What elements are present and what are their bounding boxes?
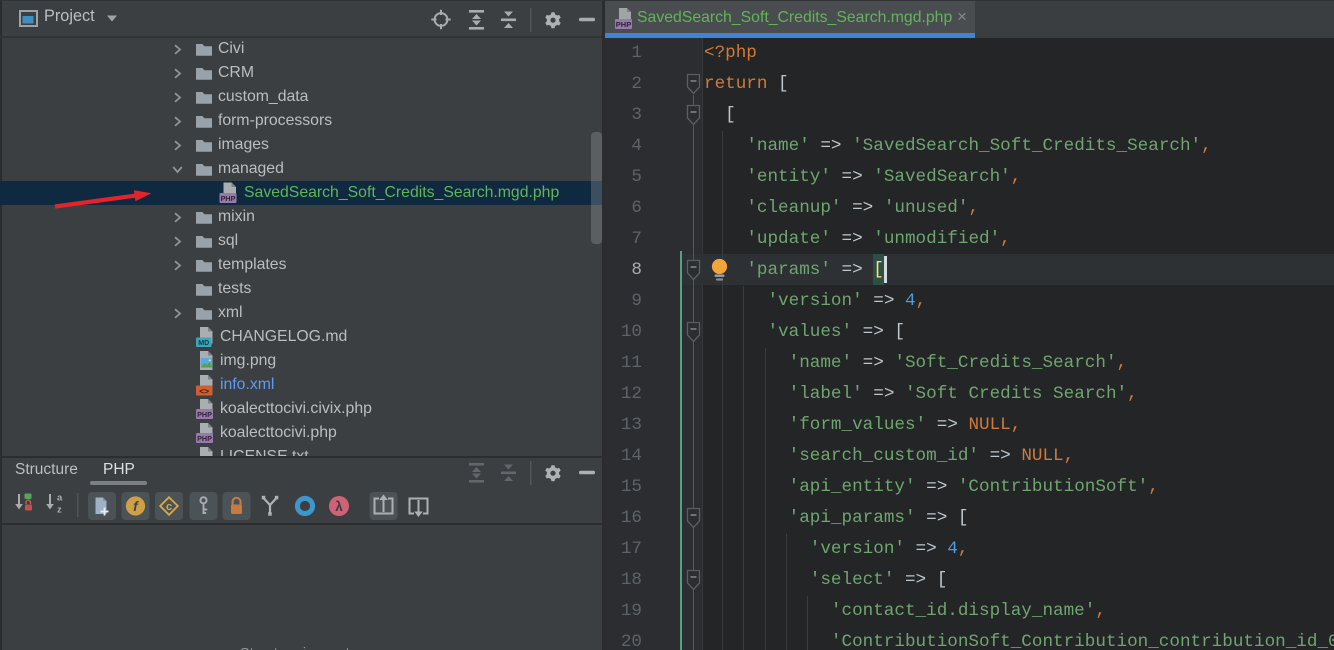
svg-text:PHP: PHP — [197, 410, 212, 419]
svg-text:c: c — [166, 501, 172, 513]
svg-text:<>: <> — [199, 386, 209, 396]
svg-text:λ: λ — [335, 499, 343, 514]
svg-text:PHP: PHP — [221, 194, 236, 203]
svg-text:a: a — [57, 493, 63, 504]
svg-text:z: z — [57, 505, 62, 516]
svg-text:PHP: PHP — [197, 434, 212, 443]
svg-text:PHP: PHP — [616, 20, 631, 29]
svg-text:MD: MD — [198, 340, 209, 347]
